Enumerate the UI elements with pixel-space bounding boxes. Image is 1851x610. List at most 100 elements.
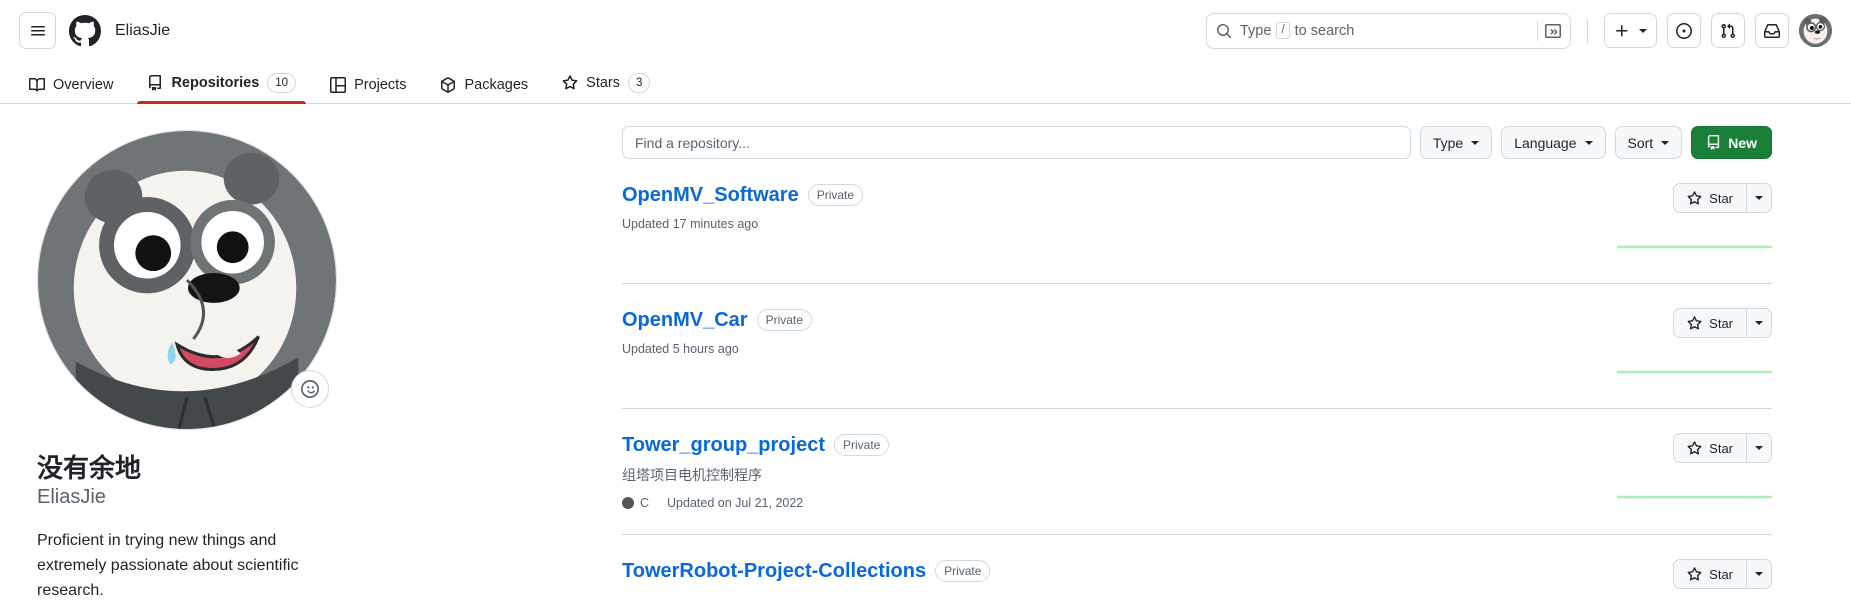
header-avatar[interactable]	[1799, 14, 1832, 47]
repo-updated-time: Updated 17 minutes ago	[622, 217, 759, 231]
tab-repositories-count: 10	[267, 73, 297, 93]
repo-side: Star	[1512, 559, 1772, 610]
repo-meta: Updated 17 minutes ago	[622, 217, 1512, 231]
star-button-label: Star	[1709, 440, 1733, 456]
github-logo-icon	[69, 14, 101, 47]
hamburger-menu-icon	[30, 23, 46, 39]
avatar-image	[1799, 14, 1832, 47]
type-filter-label: Type	[1432, 134, 1464, 151]
repo-meta: C Updated on Jul 21, 2022	[622, 496, 1512, 510]
star-button[interactable]: Star	[1673, 183, 1746, 213]
header-divider	[1587, 18, 1588, 43]
star-button-label: Star	[1709, 315, 1733, 331]
star-dropdown-button[interactable]	[1746, 433, 1772, 463]
create-new-button[interactable]	[1604, 13, 1657, 48]
find-repository-input[interactable]	[622, 126, 1411, 159]
profile-bio: Proficient in trying new things and extr…	[37, 531, 299, 599]
repo-name-link[interactable]: OpenMV_Software	[622, 183, 799, 207]
repo-main: OpenMV_Car Private Updated 5 hours ago	[622, 308, 1512, 384]
profile-avatar-wrap	[37, 130, 337, 430]
repository-list: OpenMV_Software Private Updated 17 minut…	[622, 159, 1772, 610]
tab-overview-label: Overview	[53, 77, 114, 93]
repo-name-link[interactable]: Tower_group_project	[622, 433, 825, 457]
star-button-label: Star	[1709, 190, 1733, 206]
star-dropdown-button[interactable]	[1746, 183, 1772, 213]
repository-list-item: Tower_group_project Private 组塔项目电机控制程序 C…	[622, 409, 1772, 535]
inbox-button[interactable]	[1755, 13, 1789, 48]
git-pull-request-icon	[1720, 23, 1736, 39]
tab-overview[interactable]: Overview	[19, 77, 123, 103]
language-filter-button[interactable]: Language	[1501, 126, 1606, 159]
pull-requests-button[interactable]	[1711, 13, 1745, 48]
repo-updated-time: Updated 5 hours ago	[622, 342, 739, 356]
star-button-group: Star	[1673, 433, 1772, 463]
tab-packages[interactable]: Packages	[430, 77, 538, 103]
new-repository-button[interactable]: New	[1691, 126, 1772, 159]
tab-repositories[interactable]: Repositories 10	[137, 73, 306, 104]
repo-language-label: C	[640, 496, 650, 510]
profile-username: EliasJie	[37, 485, 106, 508]
language-color-dot	[622, 497, 634, 509]
repo-visibility-badge: Private	[807, 184, 864, 206]
star-button[interactable]: Star	[1673, 308, 1746, 338]
repo-main: OpenMV_Software Private Updated 17 minut…	[622, 183, 1512, 259]
repository-list-item: OpenMV_Car Private Updated 5 hours ago S	[622, 284, 1772, 409]
repo-icon	[147, 75, 163, 91]
repo-description: 组塔项目电机控制程序	[622, 467, 762, 483]
repo-activity-sparkline	[1617, 245, 1772, 249]
package-icon	[440, 77, 456, 93]
issue-opened-icon	[1676, 22, 1692, 39]
star-button-group: Star	[1673, 559, 1772, 589]
repo-visibility-badge: Private	[756, 309, 812, 331]
chevron-down-icon	[1755, 196, 1763, 200]
star-button[interactable]: Star	[1673, 433, 1746, 463]
repo-title-line: TowerRobot-Project-Collections Private	[622, 559, 1512, 583]
repo-name-link[interactable]: TowerRobot-Project-Collections	[622, 559, 926, 583]
terminal-icon[interactable]	[1537, 20, 1561, 41]
global-search-input[interactable]: Type / to search	[1206, 12, 1571, 49]
star-dropdown-button[interactable]	[1746, 559, 1772, 589]
chevron-down-icon	[1661, 140, 1670, 145]
star-icon	[1687, 315, 1702, 331]
star-button-label: Star	[1709, 566, 1733, 582]
repo-title-line: Tower_group_project Private	[622, 433, 1512, 457]
repo-name-link[interactable]: OpenMV_Car	[622, 308, 748, 332]
star-button-group: Star	[1673, 308, 1772, 338]
star-icon	[1687, 440, 1702, 456]
search-placeholder-suffix: to search	[1294, 22, 1355, 39]
star-icon	[1687, 566, 1702, 582]
repo-side: Star	[1512, 183, 1772, 259]
emoji-status-button[interactable]	[291, 370, 329, 408]
issues-button[interactable]	[1667, 13, 1701, 48]
chevron-down-icon	[1584, 140, 1593, 145]
plus-icon	[1614, 23, 1630, 39]
repo-visibility-badge: Private	[834, 434, 890, 456]
tab-projects[interactable]: Projects	[320, 77, 416, 103]
star-icon	[1687, 190, 1702, 206]
repo-activity-sparkline	[1617, 370, 1772, 374]
type-filter-button[interactable]: Type	[1419, 126, 1493, 159]
repo-visibility-badge: Private	[935, 560, 991, 582]
project-icon	[330, 77, 347, 93]
repo-icon	[1706, 135, 1721, 150]
star-icon	[562, 75, 578, 91]
sort-filter-button[interactable]: Sort	[1614, 126, 1683, 159]
profile-sidebar: 没有余地 EliasJie Proficient in trying new t…	[19, 104, 499, 610]
sort-filter-label: Sort	[1627, 134, 1654, 151]
github-logo-button[interactable]	[69, 14, 101, 47]
star-dropdown-button[interactable]	[1746, 308, 1772, 338]
tab-packages-label: Packages	[464, 77, 529, 93]
repo-title-line: OpenMV_Software Private	[622, 183, 1512, 207]
new-repository-label: New	[1728, 134, 1757, 151]
tab-stars-label: Stars	[586, 75, 620, 91]
book-icon	[29, 77, 45, 93]
hamburger-menu-button[interactable]	[19, 12, 56, 49]
chevron-down-icon	[1471, 140, 1480, 145]
header-owner-name[interactable]: EliasJie	[115, 22, 170, 40]
search-placeholder-prefix: Type	[1240, 22, 1272, 39]
repo-title-line: OpenMV_Car Private	[622, 308, 1512, 332]
star-button[interactable]: Star	[1673, 559, 1746, 589]
tab-stars[interactable]: Stars 3	[552, 73, 660, 103]
search-icon	[1216, 23, 1232, 39]
language-filter-label: Language	[1514, 134, 1577, 151]
